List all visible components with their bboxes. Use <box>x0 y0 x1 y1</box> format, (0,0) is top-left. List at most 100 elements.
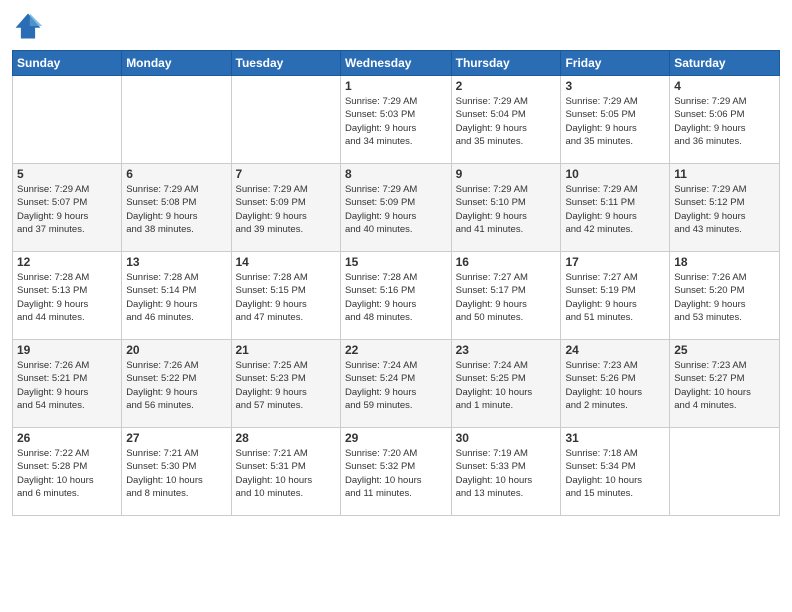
day-number: 3 <box>565 79 665 93</box>
calendar-cell: 4 Sunrise: 7:29 AM Sunset: 5:06 PM Daylig… <box>670 76 780 164</box>
day-number: 6 <box>126 167 226 181</box>
day-number: 5 <box>17 167 117 181</box>
calendar-cell: 31 Sunrise: 7:18 AM Sunset: 5:34 PM Dayli… <box>561 428 670 516</box>
day-info: Sunrise: 7:29 AM Sunset: 5:10 PM Dayligh… <box>456 183 557 236</box>
day-number: 9 <box>456 167 557 181</box>
day-number: 27 <box>126 431 226 445</box>
calendar-week-row: 26Sunrise: 7:22 AM Sunset: 5:28 PM Dayli… <box>13 428 780 516</box>
calendar-cell: 7 Sunrise: 7:29 AM Sunset: 5:09 PM Daylig… <box>231 164 340 252</box>
calendar-cell <box>670 428 780 516</box>
weekday-header: Thursday <box>451 51 561 76</box>
day-info: Sunrise: 7:29 AM Sunset: 5:04 PM Dayligh… <box>456 95 557 148</box>
day-number: 12 <box>17 255 117 269</box>
calendar-cell <box>122 76 231 164</box>
calendar-cell: 2 Sunrise: 7:29 AM Sunset: 5:04 PM Daylig… <box>451 76 561 164</box>
day-number: 24 <box>565 343 665 357</box>
calendar-cell: 12 Sunrise: 7:28 AM Sunset: 5:13 PM Dayli… <box>13 252 122 340</box>
weekday-header-row: SundayMondayTuesdayWednesdayThursdayFrid… <box>13 51 780 76</box>
day-number: 31 <box>565 431 665 445</box>
day-info: Sunrise: 7:28 AM Sunset: 5:16 PM Dayligh… <box>345 271 447 324</box>
calendar-cell: 18Sunrise: 7:26 AM Sunset: 5:20 PM Dayli… <box>670 252 780 340</box>
day-number: 16 <box>456 255 557 269</box>
day-info: Sunrise: 7:27 AM Sunset: 5:19 PM Dayligh… <box>565 271 665 324</box>
calendar-cell: 13 Sunrise: 7:28 AM Sunset: 5:14 PM Dayli… <box>122 252 231 340</box>
logo <box>12 10 48 42</box>
calendar-cell: 19 Sunrise: 7:26 AM Sunset: 5:21 PM Dayli… <box>13 340 122 428</box>
day-info: Sunrise: 7:29 AM Sunset: 5:08 PM Dayligh… <box>126 183 226 236</box>
weekday-header: Sunday <box>13 51 122 76</box>
day-info: Sunrise: 7:20 AM Sunset: 5:32 PM Dayligh… <box>345 447 447 500</box>
calendar-cell: 3 Sunrise: 7:29 AM Sunset: 5:05 PM Daylig… <box>561 76 670 164</box>
day-number: 2 <box>456 79 557 93</box>
calendar-week-row: 1Sunrise: 7:29 AM Sunset: 5:03 PM Daylig… <box>13 76 780 164</box>
day-info: Sunrise: 7:21 AM Sunset: 5:31 PM Dayligh… <box>236 447 336 500</box>
day-number: 10 <box>565 167 665 181</box>
calendar-cell: 8 Sunrise: 7:29 AM Sunset: 5:09 PM Daylig… <box>340 164 451 252</box>
day-number: 11 <box>674 167 775 181</box>
day-info: Sunrise: 7:28 AM Sunset: 5:13 PM Dayligh… <box>17 271 117 324</box>
day-number: 14 <box>236 255 336 269</box>
calendar-cell: 20 Sunrise: 7:26 AM Sunset: 5:22 PM Dayli… <box>122 340 231 428</box>
day-info: Sunrise: 7:29 AM Sunset: 5:12 PM Dayligh… <box>674 183 775 236</box>
calendar-cell: 17 Sunrise: 7:27 AM Sunset: 5:19 PM Dayli… <box>561 252 670 340</box>
day-info: Sunrise: 7:29 AM Sunset: 5:09 PM Dayligh… <box>236 183 336 236</box>
day-number: 13 <box>126 255 226 269</box>
day-info: Sunrise: 7:23 AM Sunset: 5:26 PM Dayligh… <box>565 359 665 412</box>
day-info: Sunrise: 7:24 AM Sunset: 5:24 PM Dayligh… <box>345 359 447 412</box>
day-number: 21 <box>236 343 336 357</box>
calendar-cell: 29Sunrise: 7:20 AM Sunset: 5:32 PM Dayli… <box>340 428 451 516</box>
day-number: 1 <box>345 79 447 93</box>
calendar-table: SundayMondayTuesdayWednesdayThursdayFrid… <box>12 50 780 516</box>
day-number: 30 <box>456 431 557 445</box>
day-info: Sunrise: 7:29 AM Sunset: 5:06 PM Dayligh… <box>674 95 775 148</box>
day-number: 4 <box>674 79 775 93</box>
day-info: Sunrise: 7:26 AM Sunset: 5:22 PM Dayligh… <box>126 359 226 412</box>
day-info: Sunrise: 7:24 AM Sunset: 5:25 PM Dayligh… <box>456 359 557 412</box>
calendar-cell: 24 Sunrise: 7:23 AM Sunset: 5:26 PM Dayli… <box>561 340 670 428</box>
day-number: 8 <box>345 167 447 181</box>
calendar-cell: 30 Sunrise: 7:19 AM Sunset: 5:33 PM Dayli… <box>451 428 561 516</box>
logo-icon <box>12 10 44 42</box>
day-info: Sunrise: 7:29 AM Sunset: 5:05 PM Dayligh… <box>565 95 665 148</box>
day-number: 19 <box>17 343 117 357</box>
calendar-cell: 6 Sunrise: 7:29 AM Sunset: 5:08 PM Daylig… <box>122 164 231 252</box>
day-number: 18 <box>674 255 775 269</box>
calendar-cell: 28Sunrise: 7:21 AM Sunset: 5:31 PM Dayli… <box>231 428 340 516</box>
calendar-container: SundayMondayTuesdayWednesdayThursdayFrid… <box>0 0 792 612</box>
day-info: Sunrise: 7:19 AM Sunset: 5:33 PM Dayligh… <box>456 447 557 500</box>
calendar-cell: 14Sunrise: 7:28 AM Sunset: 5:15 PM Dayli… <box>231 252 340 340</box>
day-info: Sunrise: 7:29 AM Sunset: 5:07 PM Dayligh… <box>17 183 117 236</box>
day-number: 23 <box>456 343 557 357</box>
day-info: Sunrise: 7:21 AM Sunset: 5:30 PM Dayligh… <box>126 447 226 500</box>
weekday-header: Tuesday <box>231 51 340 76</box>
day-number: 17 <box>565 255 665 269</box>
day-info: Sunrise: 7:28 AM Sunset: 5:14 PM Dayligh… <box>126 271 226 324</box>
calendar-cell: 23 Sunrise: 7:24 AM Sunset: 5:25 PM Dayli… <box>451 340 561 428</box>
day-info: Sunrise: 7:23 AM Sunset: 5:27 PM Dayligh… <box>674 359 775 412</box>
calendar-week-row: 5 Sunrise: 7:29 AM Sunset: 5:07 PM Daylig… <box>13 164 780 252</box>
calendar-cell: 15 Sunrise: 7:28 AM Sunset: 5:16 PM Dayli… <box>340 252 451 340</box>
day-number: 22 <box>345 343 447 357</box>
calendar-cell <box>13 76 122 164</box>
day-number: 25 <box>674 343 775 357</box>
day-number: 26 <box>17 431 117 445</box>
calendar-week-row: 19 Sunrise: 7:26 AM Sunset: 5:21 PM Dayli… <box>13 340 780 428</box>
calendar-week-row: 12 Sunrise: 7:28 AM Sunset: 5:13 PM Dayli… <box>13 252 780 340</box>
calendar-cell: 22 Sunrise: 7:24 AM Sunset: 5:24 PM Dayli… <box>340 340 451 428</box>
day-info: Sunrise: 7:25 AM Sunset: 5:23 PM Dayligh… <box>236 359 336 412</box>
calendar-cell <box>231 76 340 164</box>
day-info: Sunrise: 7:26 AM Sunset: 5:21 PM Dayligh… <box>17 359 117 412</box>
calendar-cell: 11 Sunrise: 7:29 AM Sunset: 5:12 PM Dayli… <box>670 164 780 252</box>
weekday-header: Monday <box>122 51 231 76</box>
day-info: Sunrise: 7:29 AM Sunset: 5:09 PM Dayligh… <box>345 183 447 236</box>
calendar-cell: 10Sunrise: 7:29 AM Sunset: 5:11 PM Dayli… <box>561 164 670 252</box>
day-info: Sunrise: 7:18 AM Sunset: 5:34 PM Dayligh… <box>565 447 665 500</box>
calendar-cell: 1Sunrise: 7:29 AM Sunset: 5:03 PM Daylig… <box>340 76 451 164</box>
day-number: 20 <box>126 343 226 357</box>
day-number: 15 <box>345 255 447 269</box>
day-number: 7 <box>236 167 336 181</box>
day-info: Sunrise: 7:27 AM Sunset: 5:17 PM Dayligh… <box>456 271 557 324</box>
weekday-header: Friday <box>561 51 670 76</box>
weekday-header: Saturday <box>670 51 780 76</box>
calendar-cell: 9 Sunrise: 7:29 AM Sunset: 5:10 PM Daylig… <box>451 164 561 252</box>
